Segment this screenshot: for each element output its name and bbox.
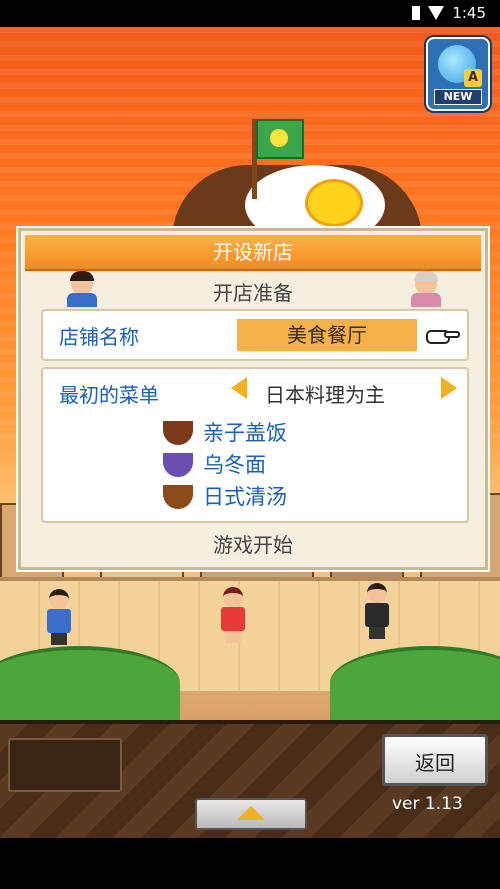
flag-icon bbox=[256, 119, 304, 159]
clock: 1:45 bbox=[452, 4, 486, 22]
up-arrow-icon bbox=[237, 806, 265, 820]
udon-icon bbox=[163, 453, 193, 477]
bush-left bbox=[0, 646, 180, 720]
wifi-icon bbox=[428, 6, 444, 20]
shop-name-row: 店铺名称 美食餐厅 bbox=[41, 309, 469, 361]
menu-item: 乌冬面 bbox=[163, 449, 287, 481]
language-icon: A bbox=[464, 69, 482, 87]
menu-item: 日式清汤 bbox=[163, 481, 287, 513]
townsperson-left bbox=[44, 589, 74, 645]
shop-name-label: 店铺名称 bbox=[59, 325, 139, 349]
cuisine-next-arrow[interactable] bbox=[441, 377, 457, 399]
egg-yolk bbox=[305, 179, 363, 227]
navigation-bar bbox=[0, 838, 500, 889]
initial-menu-row: 最初的菜单 日本料理为主 亲子盖饭 乌冬面 日式清汤 bbox=[41, 367, 469, 523]
menu-item: 亲子盖饭 bbox=[163, 417, 287, 449]
translate-new-button[interactable]: A NEW bbox=[426, 37, 490, 111]
clear-soup-icon bbox=[163, 485, 193, 509]
new-badge: NEW bbox=[434, 89, 482, 105]
open-shop-dialog: 开设新店 开店准备 店铺名称 美食餐厅 最初的菜单 日本料理为主 亲子盖饭 乌冬… bbox=[18, 228, 488, 570]
bush-right bbox=[330, 646, 500, 720]
empty-slot bbox=[8, 738, 122, 792]
dialog-subtitle: 开店准备 bbox=[213, 281, 293, 305]
version-label: ver 1.13 bbox=[392, 794, 463, 814]
bottom-panel: 返回 ver 1.13 bbox=[0, 720, 500, 842]
shop-name-field[interactable]: 美食餐厅 bbox=[237, 319, 417, 351]
initial-menu-label: 最初的菜单 bbox=[59, 383, 159, 407]
oyakodon-icon bbox=[163, 421, 193, 445]
back-button[interactable]: 返回 bbox=[382, 734, 488, 786]
menu-list: 亲子盖饭 乌冬面 日式清汤 bbox=[163, 417, 287, 513]
status-bar: 1:45 bbox=[0, 0, 500, 27]
townsperson-center bbox=[218, 587, 248, 643]
dialog-title: 开设新店 bbox=[25, 235, 481, 271]
battery-icon bbox=[412, 6, 420, 20]
expand-up-button[interactable] bbox=[195, 798, 307, 830]
start-game-button[interactable]: 游戏开始 bbox=[21, 529, 485, 558]
townsperson-right bbox=[362, 583, 392, 639]
cuisine-prev-arrow[interactable] bbox=[231, 377, 247, 399]
pointing-hand-icon[interactable] bbox=[425, 323, 461, 347]
cuisine-selector: 日本料理为主 bbox=[265, 383, 385, 407]
